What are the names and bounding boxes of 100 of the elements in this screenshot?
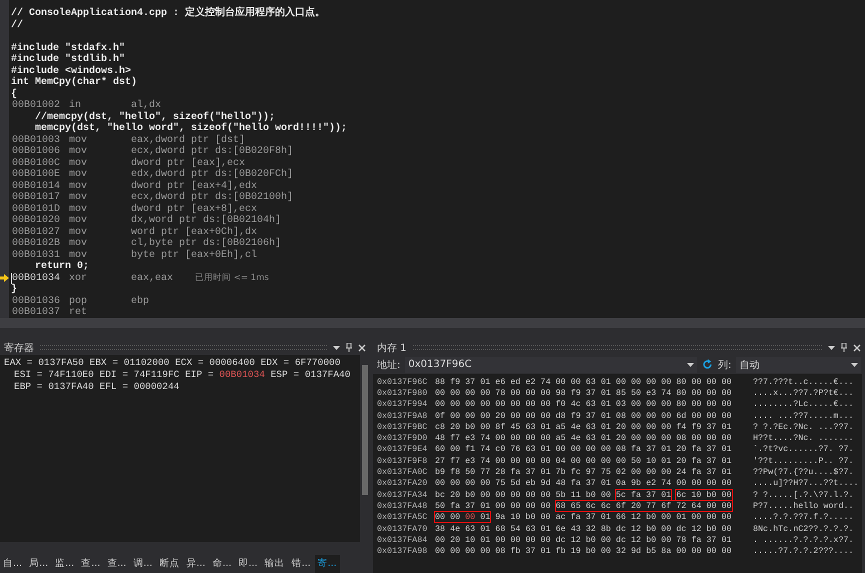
dropdown-icon[interactable]: [687, 362, 694, 366]
register-name: EDI =: [100, 369, 128, 380]
instruction-address: 00B01014: [11, 180, 62, 192]
memory-ascii: `.?t?vc......?7. ?7.: [753, 444, 854, 454]
instruction-operand: dx,word ptr ds:[0B02104h]: [131, 215, 282, 226]
register-value: 74F119FC: [134, 369, 180, 380]
close-icon[interactable]: [358, 344, 366, 352]
memory-address: 0x0137F994: [377, 399, 428, 410]
highlighted-bytes: 00 00 00 01: [435, 512, 490, 522]
memory-address: 0x0137FA34: [377, 490, 428, 500]
tool-window-tab[interactable]: 异...: [183, 554, 208, 572]
elapsed-time-note: 已用时间 <= 1ms: [195, 272, 269, 284]
memory-address: 0x0137F9E4: [377, 444, 428, 454]
instruction-mnemonic: in: [69, 100, 82, 112]
source-line: return 0;: [34, 261, 90, 272]
tool-window-tab[interactable]: 即...: [236, 554, 261, 572]
instruction-address: 00B01003: [11, 134, 62, 146]
source-line: memcpy(dst, "hello word", sizeof("hello word!!!!"));: [34, 123, 348, 134]
dropdown-icon[interactable]: [851, 362, 858, 366]
memory-bytes: 00 20 10 01 00 00 00 00 dc 12 b0 00 dc 12 b0 00 78 fa 37 01: [435, 534, 732, 545]
instruction-address: 00B01037: [11, 307, 62, 318]
dropdown-icon[interactable]: [333, 346, 340, 350]
instruction-operand: edx,dword ptr ds:[0B020FCh]: [131, 169, 294, 180]
source-line: // ConsoleApplication4.cpp : 定义控制台应用程序的入口点。: [11, 8, 326, 20]
instruction-mnemonic: mov: [69, 134, 88, 146]
instruction-mnemonic: xor: [69, 272, 88, 284]
instruction-operand: eax,eax: [131, 272, 174, 284]
instruction-mnemonic: mov: [69, 226, 88, 238]
memory-ascii: ? ?.....[.?.\?7.l.?.: [753, 490, 854, 500]
memory-ascii: ??Pw(?7.{??u....$?7.: [753, 467, 854, 478]
memory-address: 0x0137FA5C: [377, 512, 428, 522]
current-line-arrow-icon: [0, 274, 9, 282]
tool-window-tab[interactable]: 查...: [78, 554, 104, 572]
memory-ascii: 8Nc.hTc.nC2??.?.?.?.: [753, 524, 854, 534]
source-line: #include "stdafx.h": [11, 42, 126, 54]
memory-ascii: ? ?.?Ec.?Nc. ...??7.: [753, 422, 854, 432]
instruction-address: 00B01017: [11, 192, 62, 204]
instruction-mnemonic: mov: [69, 146, 88, 158]
tool-window-tab[interactable]: 自...: [0, 554, 26, 572]
memory-address: 0x0137FA84: [377, 534, 428, 545]
source-line: //memcpy(dst, "hello", sizeof("hello"));: [34, 112, 276, 122]
tool-window-tab[interactable]: 局...: [26, 554, 52, 572]
instruction-operand: dword ptr [eax+8],ecx: [131, 204, 258, 214]
tool-window-tab[interactable]: 寄...: [314, 554, 340, 572]
memory-bytes: 38 4e 63 01 68 54 63 01 6e 43 32 8b dc 12 b0 00 dc 12 b0 00: [435, 524, 732, 534]
register-name: EIP =: [185, 369, 214, 380]
instruction-mnemonic: pop: [69, 296, 88, 307]
refresh-icon[interactable]: [702, 359, 713, 370]
register-value: 6F770000: [294, 357, 340, 368]
memory-bytes: 60 00 f1 74 c0 76 63 01 00 00 00 00 08 fa 37 01 20 fa 37 01: [435, 444, 732, 454]
memory-ascii: ....x...??7.?P?t€...: [753, 388, 854, 398]
dropdown-icon[interactable]: [828, 346, 835, 350]
register-value: 00B01034: [219, 369, 265, 380]
instruction-operand: ecx,dword ptr ds:[0B020F8h]: [131, 146, 294, 158]
register-name: ESI =: [14, 369, 43, 380]
register-name: EBP =: [14, 381, 43, 392]
instruction-address: 00B0102B: [11, 238, 62, 250]
instruction-address: 00B01020: [11, 215, 62, 226]
highlighted-bytes: 5c fa 37 01: [616, 490, 672, 500]
close-icon[interactable]: [853, 344, 861, 352]
instruction-operand: word ptr [eax+0Ch],dx: [131, 226, 258, 238]
memory-bytes: 00 00 00 00 00 00 00 00 f0 4c 63 01 03 00 00 00 80 00 00 00: [435, 399, 732, 410]
register-value: 0137FA50: [38, 357, 84, 368]
address-label: 地址:: [377, 358, 400, 372]
register-name: EDX =: [260, 357, 290, 368]
register-name: EBX =: [90, 357, 118, 368]
source-line: #include <windows.h>: [11, 66, 132, 76]
memory-ascii: ....?.?.??7.f.?.....: [753, 512, 854, 522]
instruction-operand: ebp: [131, 296, 150, 307]
memory-ascii: ....u]??H?7...??t....: [753, 478, 859, 488]
instruction-mnemonic: mov: [69, 158, 88, 169]
pin-icon[interactable]: [841, 343, 847, 352]
register-name: EAX =: [4, 357, 33, 368]
instruction-address: 00B0100C: [11, 158, 62, 169]
instruction-mnemonic: ret: [69, 307, 88, 318]
columns-dropdown[interactable]: 自动: [736, 356, 861, 372]
horizontal-scrollbar[interactable]: [0, 318, 865, 328]
tool-window-tab[interactable]: 监...: [52, 554, 78, 572]
tool-window-tab[interactable]: 查...: [104, 554, 130, 572]
pin-icon[interactable]: [346, 343, 352, 352]
instruction-address: 00B01027: [11, 226, 62, 238]
instruction-mnemonic: mov: [69, 238, 88, 250]
instruction-operand: cl,byte ptr ds:[0B02106h]: [131, 238, 282, 250]
memory-bytes: b9 f8 50 77 28 fa 37 01 7b fc 97 75 02 00 00 00 24 fa 37 01: [435, 467, 732, 478]
instruction-operand: eax,dword ptr [dst]: [131, 134, 246, 146]
tool-window-tab[interactable]: 断点: [156, 554, 182, 572]
tool-window-tab[interactable]: 错...: [288, 554, 314, 572]
source-line: //: [11, 20, 24, 31]
tool-window-tab[interactable]: 调...: [130, 554, 156, 572]
memory-ascii: .....?7.?.?.2???....: [753, 546, 854, 556]
instruction-address: 00B0101D: [11, 204, 62, 215]
tool-window-tab[interactable]: 命...: [209, 554, 234, 572]
register-value: 0137FA40: [304, 369, 350, 380]
instruction-mnemonic: mov: [69, 204, 88, 215]
memory-bytes: 88 f9 37 01 e6 ed e2 74 00 00 63 01 00 00 00 00 80 00 00 00: [435, 376, 732, 387]
memory-address: 0x0137F980: [377, 388, 428, 398]
register-value: 01102000: [124, 357, 170, 368]
address-field[interactable]: 0x0137F96C: [405, 356, 698, 372]
memory-address: 0x0137FA70: [377, 524, 428, 534]
tool-window-tab[interactable]: 输出: [262, 554, 288, 572]
